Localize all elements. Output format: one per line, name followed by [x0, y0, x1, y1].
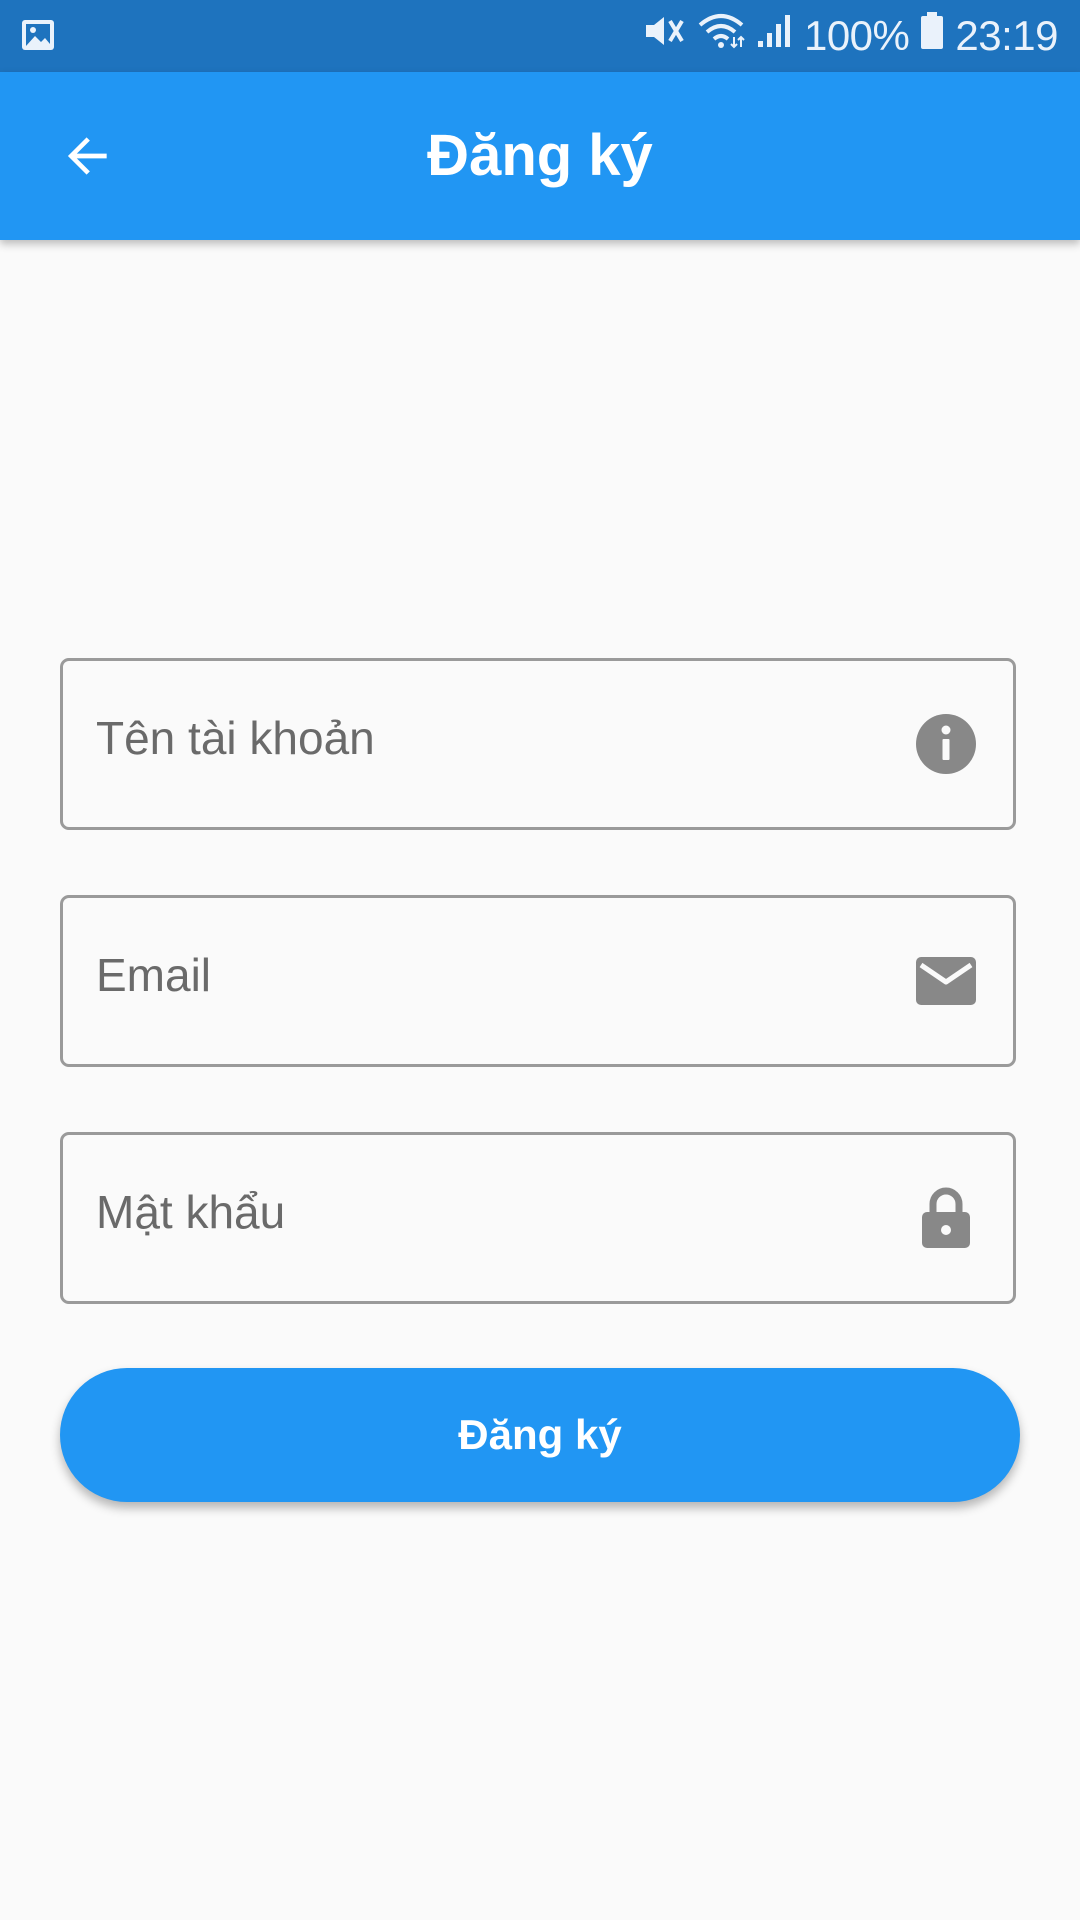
vibrate-mute-icon — [642, 11, 686, 61]
clock: 23:19 — [955, 12, 1058, 59]
status-icons: 100% 23:19 — [642, 0, 1058, 72]
arrow-back-icon — [67, 137, 107, 175]
email-input[interactable] — [96, 892, 876, 1058]
wifi-icon — [696, 11, 746, 61]
password-field[interactable] — [60, 1129, 1016, 1304]
password-input[interactable] — [96, 1129, 876, 1295]
mail-icon — [915, 950, 977, 1012]
email-field[interactable] — [60, 892, 1016, 1067]
info-icon — [915, 713, 977, 775]
status-bar: 100% 23:19 — [0, 0, 1080, 72]
cell-signal-icon — [756, 11, 794, 61]
battery-icon — [919, 11, 945, 61]
username-field[interactable] — [60, 655, 1016, 830]
register-button[interactable]: Đăng ký — [60, 1368, 1020, 1502]
back-button[interactable] — [40, 108, 136, 204]
username-input[interactable] — [96, 655, 876, 821]
battery-percent: 100% — [803, 12, 910, 59]
lock-icon — [915, 1187, 977, 1249]
app-bar: Đăng ký — [0, 72, 1080, 240]
page-title: Đăng ký — [427, 123, 653, 188]
gallery-notification-icon — [20, 17, 56, 53]
